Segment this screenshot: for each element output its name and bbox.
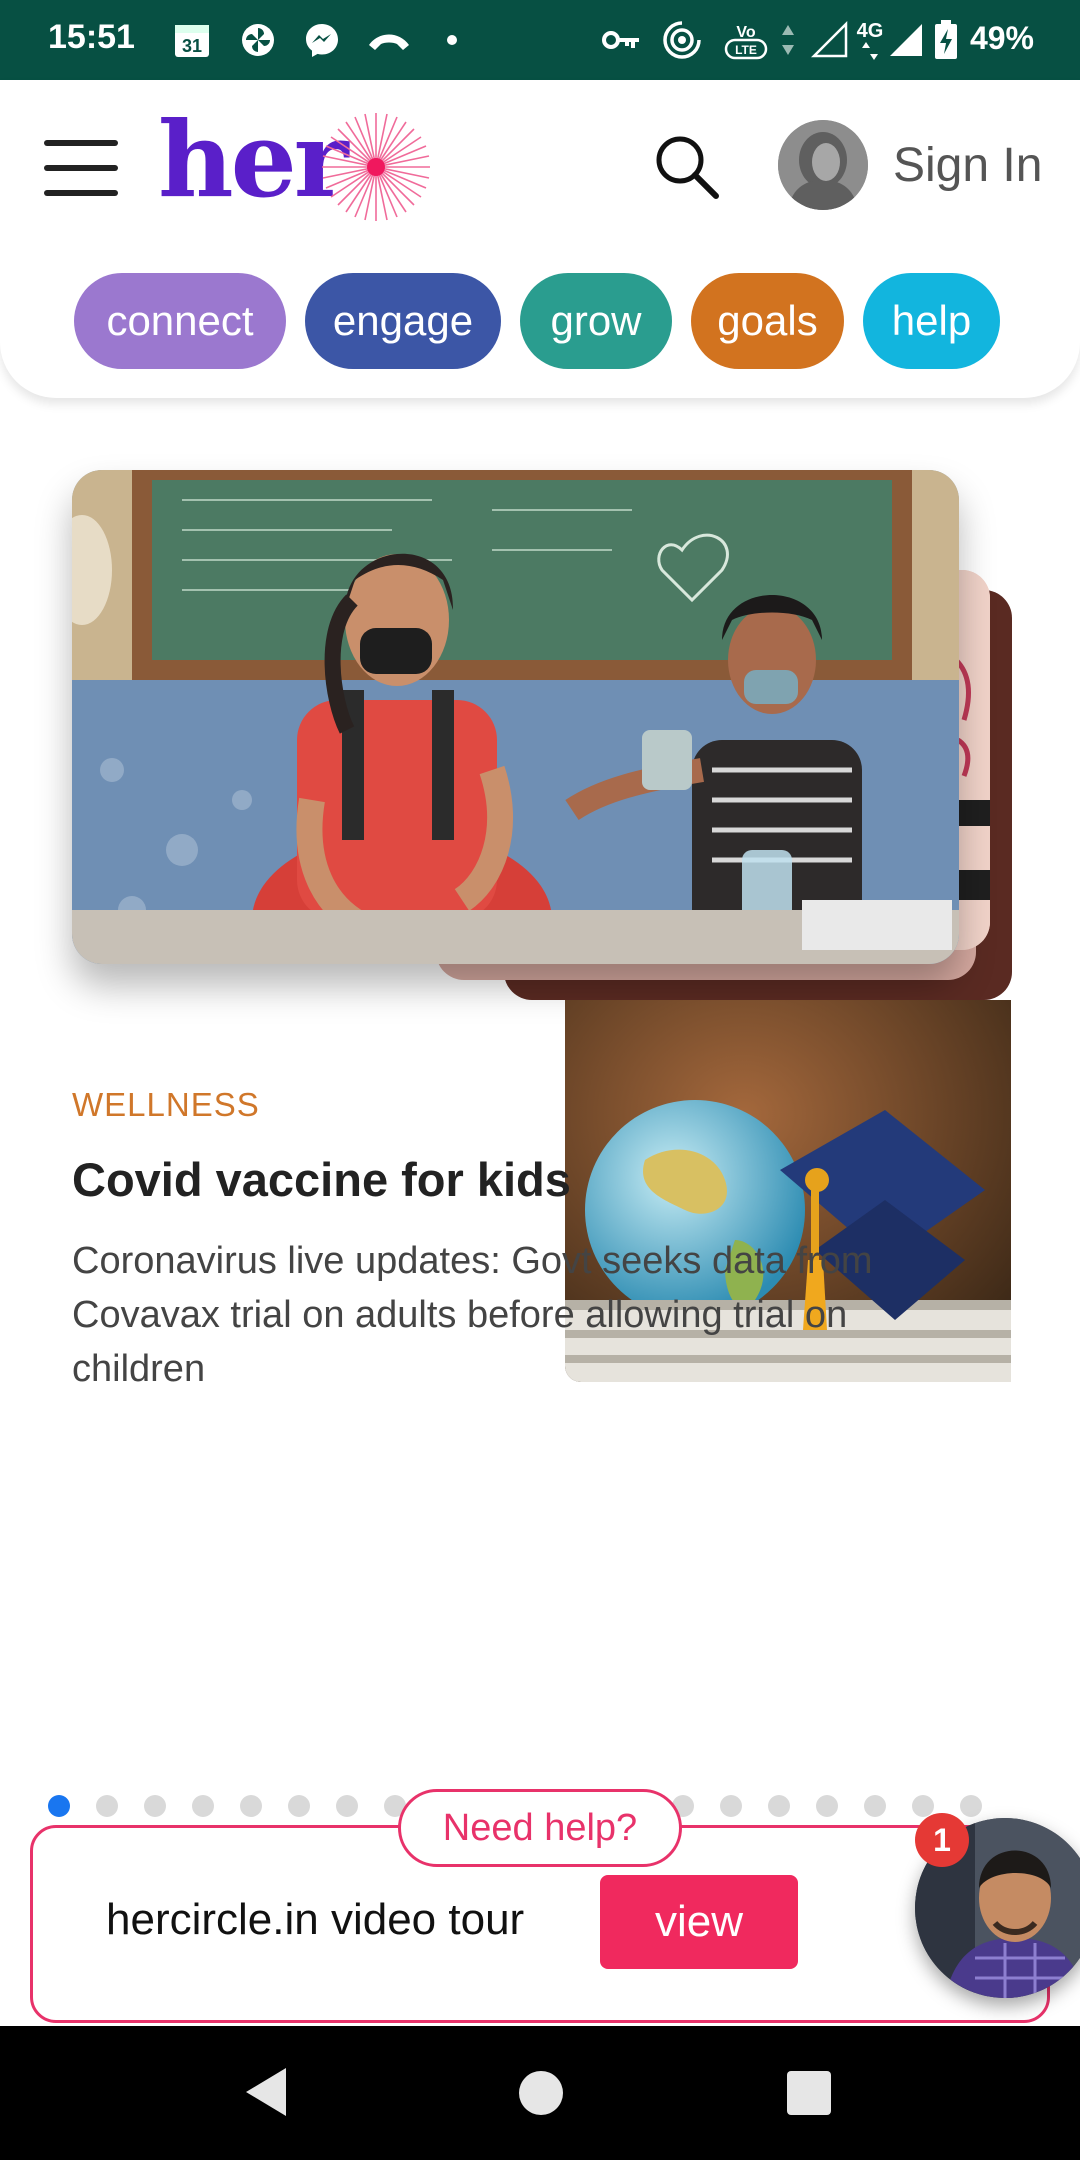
svg-text:Vo: Vo	[736, 24, 755, 41]
pagination-dot[interactable]	[144, 1795, 166, 1817]
messenger-icon	[300, 18, 344, 62]
pagination-dot[interactable]	[288, 1795, 310, 1817]
pagination-dot[interactable]	[960, 1795, 982, 1817]
back-icon[interactable]	[242, 2064, 290, 2125]
recents-icon[interactable]	[786, 2070, 832, 2121]
pagination-dot[interactable]	[720, 1795, 742, 1817]
article-title[interactable]: Covid vaccine for kids	[72, 1152, 571, 1207]
pagination-dot[interactable]	[48, 1795, 70, 1817]
status-time: 15:51	[48, 18, 135, 56]
hercircle-logo[interactable]: her	[158, 105, 458, 225]
pagination-dot[interactable]	[864, 1795, 886, 1817]
pagination-dot[interactable]	[96, 1795, 118, 1817]
pill-connect[interactable]: connect	[74, 273, 286, 369]
pagination-dot[interactable]	[336, 1795, 358, 1817]
network-type-icon: 4G	[852, 18, 888, 62]
battery-charging-icon	[932, 18, 960, 62]
pill-goals[interactable]: goals	[691, 273, 844, 369]
app-header: her Sign In connect engage grow goals he…	[0, 80, 1080, 398]
volte-icon: Vo LTE	[724, 18, 768, 62]
pagination-dot[interactable]	[240, 1795, 262, 1817]
user-avatar-icon[interactable]	[778, 120, 868, 210]
signal-full-icon	[884, 18, 928, 62]
pagination-dot[interactable]	[912, 1795, 934, 1817]
search-icon[interactable]	[650, 130, 726, 206]
pagination-dot[interactable]	[192, 1795, 214, 1817]
pill-engage[interactable]: engage	[305, 273, 501, 369]
calendar-day: 31	[182, 36, 202, 56]
view-button[interactable]: view	[600, 1875, 798, 1969]
need-help-badge[interactable]: Need help?	[398, 1789, 682, 1867]
logo-burst-icon	[322, 113, 430, 221]
category-pill-row: connect engage grow goals help	[74, 273, 1000, 369]
notification-dot-icon	[444, 18, 460, 62]
article-excerpt: Coronavirus live updates: Govt seeks dat…	[72, 1240, 873, 1390]
system-nav-bar	[0, 2026, 1080, 2160]
pagination-dot[interactable]	[816, 1795, 838, 1817]
hero-article-image[interactable]	[72, 470, 959, 964]
signal-empty-icon	[808, 18, 852, 62]
pill-help[interactable]: help	[863, 273, 1000, 369]
sign-in-link[interactable]: Sign In	[893, 138, 1042, 193]
hamburger-menu-icon[interactable]	[44, 140, 118, 196]
missed-call-icon	[364, 18, 414, 62]
home-icon[interactable]	[518, 2070, 564, 2121]
hotspot-icon	[660, 18, 704, 62]
calendar-icon: 31	[170, 18, 214, 62]
pinwheel-icon	[236, 18, 280, 62]
video-tour-text: hercircle.in video tour	[106, 1895, 525, 1944]
notification-count-badge: 1	[915, 1813, 969, 1867]
article-category[interactable]: WELLNESS	[72, 1086, 260, 1124]
svg-text:LTE: LTE	[735, 43, 757, 57]
vpn-key-icon	[600, 18, 644, 62]
battery-percent: 49%	[969, 20, 1034, 56]
pagination-dot[interactable]	[768, 1795, 790, 1817]
data-arrows-icon	[778, 18, 798, 62]
pill-grow[interactable]: grow	[520, 273, 672, 369]
status-bar: 15:51 31 Vo LTE 4G 49%	[0, 0, 1080, 80]
